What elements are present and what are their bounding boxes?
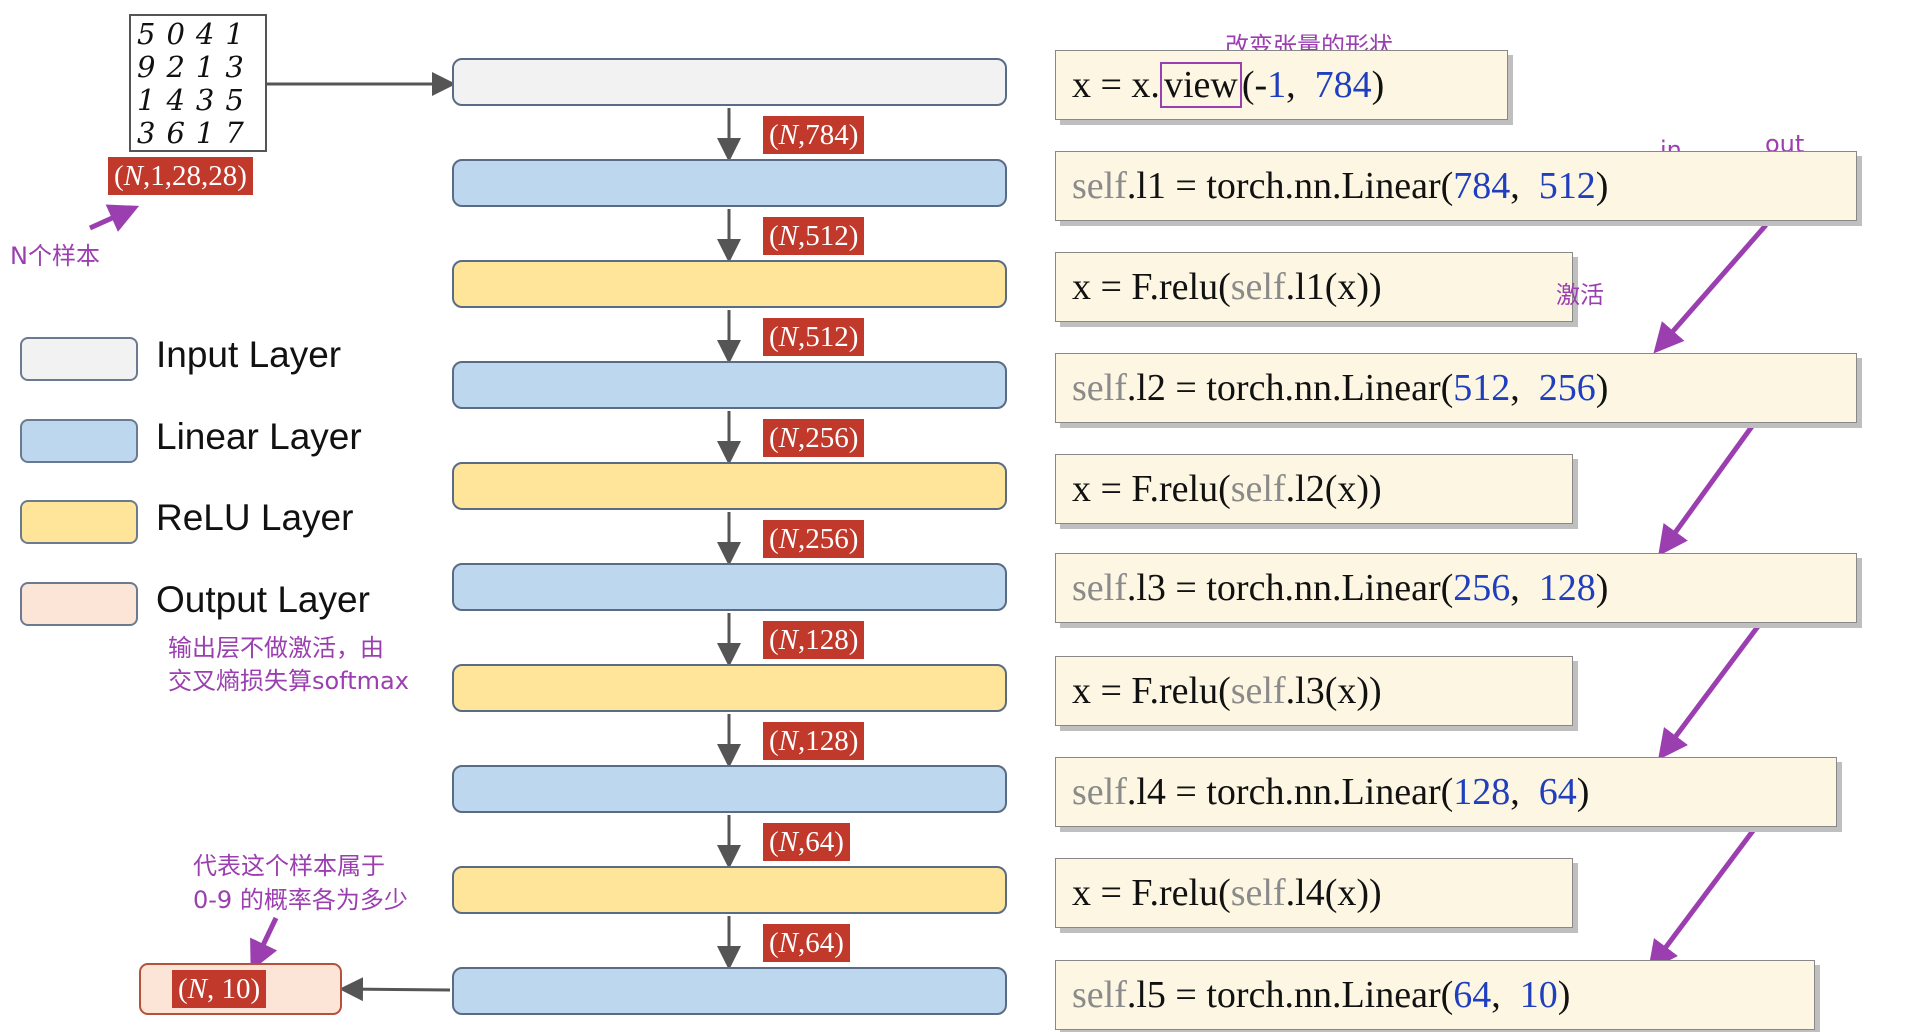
shape-badge: (N,128) [763, 621, 865, 659]
legend-swatch-linear [20, 419, 138, 463]
mnist-digits: 5041 9213 1435 3617 [137, 17, 255, 150]
code-relu-l2: x = F.relu(self.l2(x)) [1055, 454, 1573, 524]
legend-label-input: Input Layer [156, 334, 342, 375]
shape-badge: (N,256) [763, 419, 865, 457]
layer-relu [452, 866, 1007, 914]
out-to-in-arrow [1658, 405, 1769, 557]
code-linear-l5: self.l5 = torch.nn.Linear(64, 10) [1055, 960, 1815, 1030]
code-relu-l1: x = F.relu(self.l1(x)) [1055, 252, 1573, 322]
code-linear-l3: self.l3 = torch.nn.Linear(256, 128) [1055, 553, 1857, 623]
layer-relu [452, 462, 1007, 510]
code-linear-l1: self.l1 = torch.nn.Linear(784, 512) [1055, 151, 1857, 221]
legend-swatch-relu [20, 500, 138, 544]
input-shape-badge: (N,1,28,28) [108, 157, 253, 195]
shape-badge: (N,256) [763, 520, 865, 558]
activation-note: 激活 [1556, 281, 1604, 309]
prob-arrow [250, 916, 279, 972]
shape-badge: (N,64) [763, 924, 850, 962]
legend-label-linear: Linear Layer [156, 416, 362, 457]
n-samples-note: N个样本 [10, 242, 100, 270]
output-note-line2: 交叉熵损失算softmax [168, 667, 409, 695]
legend-label-relu: ReLU Layer [156, 497, 354, 538]
output-shape-badge: (N, 10) [172, 970, 267, 1008]
layer-input [452, 58, 1007, 106]
code-view: x = x. view (-1, 784) [1055, 50, 1508, 120]
view-highlight: view [1159, 62, 1242, 108]
layer-linear [452, 765, 1007, 813]
out-to-in-arrow [1648, 806, 1773, 972]
layer-linear [452, 967, 1007, 1015]
legend-label-output: Output Layer [156, 579, 370, 620]
layer-linear [452, 563, 1007, 611]
layer-relu [452, 260, 1007, 308]
prob-note-line1: 代表这个样本属于 [193, 852, 385, 880]
mnist-sample-image: 5041 9213 1435 3617 [129, 14, 267, 152]
arrow-to-output [339, 977, 451, 1002]
prob-note-line2: 0-9 的概率各为多少 [193, 886, 408, 914]
output-note-line1: 输出层不做激活，由 [168, 634, 384, 662]
shape-badge: (N,512) [763, 318, 865, 356]
layer-relu [452, 664, 1007, 712]
layer-linear [452, 361, 1007, 409]
n-samples-arrow [88, 204, 140, 232]
code-relu-l3: x = F.relu(self.l3(x)) [1055, 656, 1573, 726]
shape-badge: (N,128) [763, 722, 865, 760]
out-to-in-arrow [1658, 603, 1777, 761]
code-linear-l2: self.l2 = torch.nn.Linear(512, 256) [1055, 353, 1857, 423]
code-linear-l4: self.l4 = torch.nn.Linear(128, 64) [1055, 757, 1837, 827]
shape-badge: (N,512) [763, 217, 865, 255]
legend-swatch-input [20, 337, 138, 381]
shape-badge: (N,64) [763, 823, 850, 861]
code-relu-l4: x = F.relu(self.l4(x)) [1055, 858, 1573, 928]
shape-badge: (N,784) [763, 116, 865, 154]
legend-swatch-output [20, 582, 138, 626]
out-to-in-arrow [1653, 223, 1768, 354]
layer-linear [452, 159, 1007, 207]
